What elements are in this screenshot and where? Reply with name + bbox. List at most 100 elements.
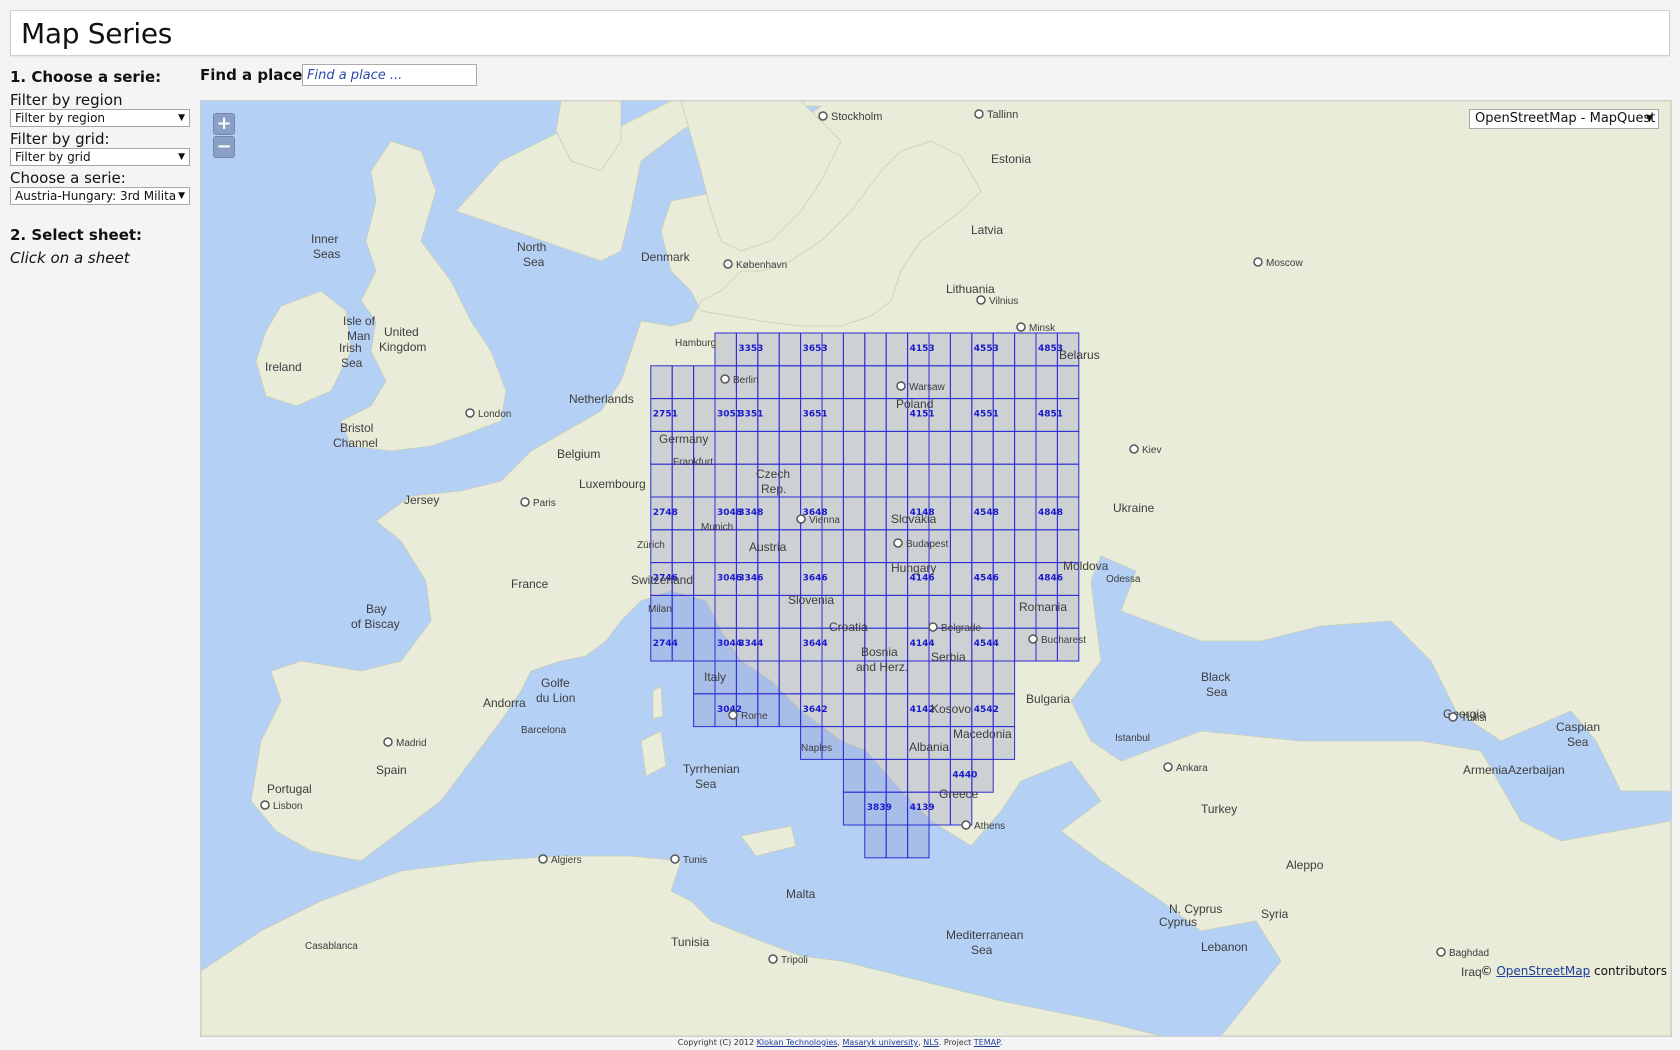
sheet-cell[interactable] <box>864 693 887 728</box>
sheet-cell[interactable] <box>949 463 973 498</box>
sheet-cell[interactable] <box>757 594 780 629</box>
sheet-number-label[interactable]: 4851 <box>1038 410 1063 420</box>
map-view[interactable]: 3353 3653 4153 4553 4853 2751 3051 3351 3651 4151… <box>200 100 1672 1037</box>
sheet-number-label[interactable]: 4546 <box>974 574 999 584</box>
sheet-cell[interactable] <box>971 529 994 564</box>
sheet-cell[interactable] <box>842 332 866 367</box>
find-place-input[interactable] <box>302 64 477 86</box>
klokan-link[interactable]: Klokan Technologies <box>757 1038 838 1047</box>
sheet-cell[interactable] <box>778 365 802 400</box>
sheet-cell[interactable] <box>907 824 930 859</box>
sheet-cell[interactable] <box>650 463 673 498</box>
sheet-cell[interactable] <box>693 594 716 629</box>
sheet-cell[interactable] <box>992 594 1016 629</box>
sheet-cell[interactable] <box>778 332 802 367</box>
sheet-cell[interactable] <box>842 726 866 760</box>
sheet-cell[interactable] <box>1014 496 1037 531</box>
zoom-out-button[interactable]: − <box>213 136 235 158</box>
sheet-cell[interactable] <box>949 660 973 695</box>
sheet-cell[interactable] <box>885 463 909 498</box>
sheet-cell[interactable] <box>800 529 823 564</box>
sheet-cell[interactable] <box>671 594 695 629</box>
sheet-cell[interactable] <box>714 332 737 367</box>
sheet-cell[interactable] <box>885 332 909 367</box>
sheet-cell[interactable] <box>735 430 759 465</box>
sheet-cell[interactable] <box>693 627 716 662</box>
sheet-cell[interactable] <box>971 660 994 695</box>
sheet-cell[interactable] <box>842 758 866 793</box>
sheet-cell[interactable] <box>842 463 866 498</box>
sheet-cell[interactable] <box>1035 463 1058 498</box>
sheet-number-label[interactable]: 3653 <box>803 344 828 354</box>
sheet-cell[interactable] <box>693 365 716 400</box>
sheet-cell[interactable] <box>864 529 887 564</box>
sheet-number-label[interactable]: 3646 <box>803 574 828 584</box>
sheet-cell[interactable] <box>671 463 695 498</box>
sheet-number-label[interactable]: 3346 <box>738 574 763 584</box>
sheet-cell[interactable] <box>885 430 909 465</box>
sheet-cell[interactable] <box>971 463 994 498</box>
map-canvas[interactable]: 3353 3653 4153 4553 48532751 30513351 3651 4151… <box>201 101 1671 1036</box>
sheet-cell[interactable] <box>864 496 887 531</box>
sheet-number-label[interactable]: 3348 <box>738 508 763 518</box>
sheet-cell[interactable] <box>757 430 780 465</box>
sheet-number-label[interactable]: 3839 <box>867 803 892 813</box>
sheet-number-label[interactable]: 3344 <box>738 639 763 649</box>
sheet-cell[interactable] <box>693 529 716 564</box>
sheet-number-label[interactable]: 4551 <box>974 410 999 420</box>
sheet-cell[interactable] <box>885 594 909 629</box>
sheet-number-label[interactable]: 3351 <box>738 410 763 420</box>
sheet-cell[interactable] <box>842 529 866 564</box>
sheet-cell[interactable] <box>864 398 887 432</box>
sheet-cell[interactable] <box>821 660 844 695</box>
sheet-cell[interactable] <box>928 430 951 465</box>
sheet-cell[interactable] <box>907 660 930 695</box>
nls-link[interactable]: NLS <box>923 1038 939 1047</box>
sheet-number-label[interactable]: 2744 <box>653 639 678 649</box>
sheet-cell[interactable] <box>842 365 866 400</box>
sheet-cell[interactable] <box>735 660 759 695</box>
sheet-cell[interactable] <box>693 463 716 498</box>
sheet-number-label[interactable]: 3642 <box>803 705 828 715</box>
sheet-number-label[interactable]: 3651 <box>803 410 828 420</box>
sheet-cell[interactable] <box>842 398 866 432</box>
sheet-cell[interactable] <box>1035 529 1058 564</box>
sheet-cell[interactable] <box>992 463 1016 498</box>
sheet-cell[interactable] <box>864 463 887 498</box>
sheet-number-label[interactable]: 4542 <box>974 705 999 715</box>
sheet-cell[interactable] <box>885 365 909 400</box>
sheet-cell[interactable] <box>821 365 844 400</box>
sheet-cell[interactable] <box>885 693 909 728</box>
sheet-cell[interactable] <box>693 693 716 728</box>
sheet-cell[interactable] <box>842 791 866 826</box>
sheet-cell[interactable] <box>1014 365 1037 400</box>
openstreetmap-link[interactable]: OpenStreetMap <box>1496 964 1590 978</box>
sheet-cell[interactable] <box>842 430 866 465</box>
sheet-number-label[interactable]: 4146 <box>910 574 935 584</box>
sheet-cell[interactable] <box>949 332 973 367</box>
sheet-cell[interactable] <box>1014 529 1037 564</box>
sheet-cell[interactable] <box>778 660 802 695</box>
sheet-cell[interactable] <box>693 398 716 432</box>
base-layer-select[interactable]: OpenStreetMap - MapQuest ▼ <box>1469 109 1659 129</box>
sheet-cell[interactable] <box>928 463 951 498</box>
sheet-cell[interactable] <box>714 594 737 629</box>
sheet-cell[interactable] <box>1035 430 1058 465</box>
sheet-cell[interactable] <box>885 758 909 793</box>
sheet-cell[interactable] <box>800 660 823 695</box>
sheet-cell[interactable] <box>1014 430 1037 465</box>
sheet-cell[interactable] <box>800 463 823 498</box>
sheet-cell[interactable] <box>885 726 909 760</box>
sheet-cell[interactable] <box>1014 332 1037 367</box>
sheet-cell[interactable] <box>907 430 930 465</box>
sheet-number-label[interactable]: 4846 <box>1038 574 1063 584</box>
sheet-number-label[interactable]: 4544 <box>974 639 999 649</box>
sheet-cell[interactable] <box>1014 562 1037 596</box>
sheet-cell[interactable] <box>693 562 716 596</box>
sheet-cell[interactable] <box>671 365 695 400</box>
sheet-cell[interactable] <box>778 693 802 728</box>
sheet-cell[interactable] <box>971 430 994 465</box>
sheet-cell[interactable] <box>1014 627 1037 662</box>
sheet-number-label[interactable]: 3644 <box>803 639 828 649</box>
sheet-cell[interactable] <box>1014 398 1037 432</box>
